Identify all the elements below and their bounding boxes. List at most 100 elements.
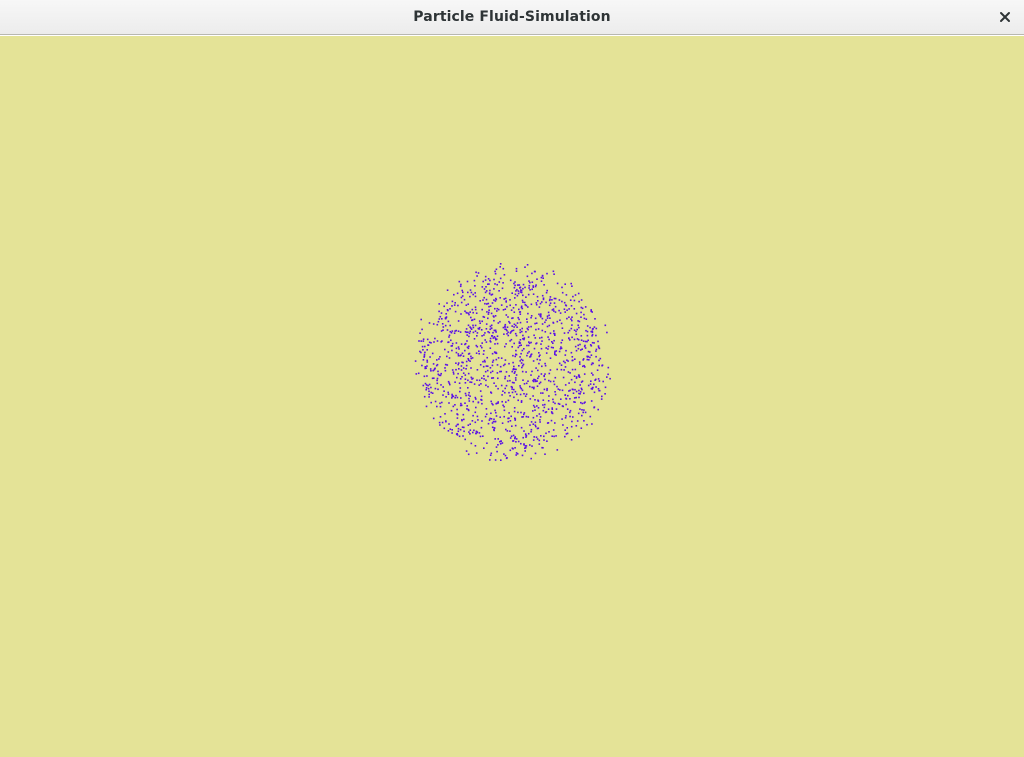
particle — [459, 285, 462, 288]
simulation-canvas[interactable] — [0, 36, 1024, 757]
particle — [506, 326, 509, 328]
particle — [556, 368, 558, 371]
particle — [500, 357, 503, 359]
particle — [439, 416, 442, 418]
particle — [469, 433, 471, 435]
particle — [583, 317, 586, 320]
particle — [543, 435, 545, 438]
particle — [542, 447, 544, 449]
particle — [561, 339, 564, 341]
particle — [509, 430, 511, 432]
title-bar[interactable]: Particle Fluid-Simulation — [0, 0, 1024, 35]
particle — [485, 384, 487, 387]
particle — [532, 379, 534, 382]
particle — [450, 331, 453, 334]
particle — [477, 401, 480, 404]
particle — [455, 347, 458, 350]
particle — [519, 356, 521, 358]
particle — [481, 342, 483, 344]
particle — [517, 346, 520, 349]
particle — [463, 426, 465, 429]
particle — [482, 365, 485, 368]
particle — [495, 331, 497, 333]
particle — [570, 439, 573, 441]
particle — [479, 345, 482, 347]
particle — [569, 411, 571, 414]
particle — [487, 422, 490, 425]
close-button[interactable] — [994, 6, 1016, 28]
particle — [470, 381, 473, 384]
particle — [529, 356, 531, 358]
particle — [427, 384, 429, 387]
particle — [573, 299, 576, 302]
particle — [568, 337, 570, 339]
particle — [502, 309, 505, 311]
particle — [526, 275, 529, 278]
particle — [582, 340, 585, 342]
particle — [574, 358, 576, 360]
particle — [417, 372, 420, 375]
particle — [522, 283, 525, 286]
particle — [571, 420, 573, 423]
particle — [504, 359, 507, 361]
particle — [499, 365, 502, 368]
particle — [519, 311, 522, 313]
particle — [595, 348, 598, 351]
particle — [508, 362, 510, 365]
particle — [446, 355, 448, 358]
particle — [549, 296, 552, 298]
particle — [507, 399, 510, 402]
particle — [551, 341, 553, 343]
particle — [440, 312, 443, 314]
particle — [460, 404, 463, 407]
particle — [482, 280, 484, 283]
particle — [515, 270, 518, 272]
particle — [549, 369, 552, 371]
particle — [514, 424, 517, 427]
particle — [577, 320, 579, 322]
particle — [470, 367, 472, 369]
particle — [448, 336, 450, 338]
particle — [604, 324, 607, 327]
particle — [466, 334, 468, 336]
particle — [503, 333, 505, 335]
particle — [509, 449, 512, 452]
particle — [490, 324, 493, 327]
particle — [518, 318, 520, 321]
particle — [537, 369, 539, 372]
particle — [513, 342, 515, 345]
particle — [513, 388, 515, 391]
particle — [575, 333, 578, 336]
particle — [485, 328, 488, 330]
particle — [595, 378, 597, 381]
particle — [558, 350, 561, 353]
particle — [450, 345, 453, 347]
particle — [519, 313, 522, 315]
particle — [590, 354, 593, 356]
particle — [447, 380, 450, 383]
particle — [451, 342, 454, 345]
particle — [464, 382, 467, 384]
particle — [580, 427, 583, 429]
particle — [556, 385, 558, 388]
particle — [563, 369, 565, 371]
particle — [463, 418, 465, 421]
particle — [549, 380, 552, 383]
particle — [548, 299, 551, 302]
particle — [489, 367, 492, 369]
particle — [557, 388, 560, 390]
particle — [414, 360, 417, 362]
particle — [466, 340, 468, 342]
particle — [490, 312, 493, 315]
particle — [455, 394, 457, 397]
particle — [540, 373, 543, 375]
particle — [436, 359, 438, 361]
particle — [534, 285, 537, 288]
particle — [480, 329, 483, 331]
particle — [437, 370, 439, 373]
particle — [452, 371, 455, 373]
particle — [511, 292, 513, 294]
particle — [545, 352, 548, 354]
particle — [554, 422, 556, 424]
particle — [438, 303, 440, 305]
